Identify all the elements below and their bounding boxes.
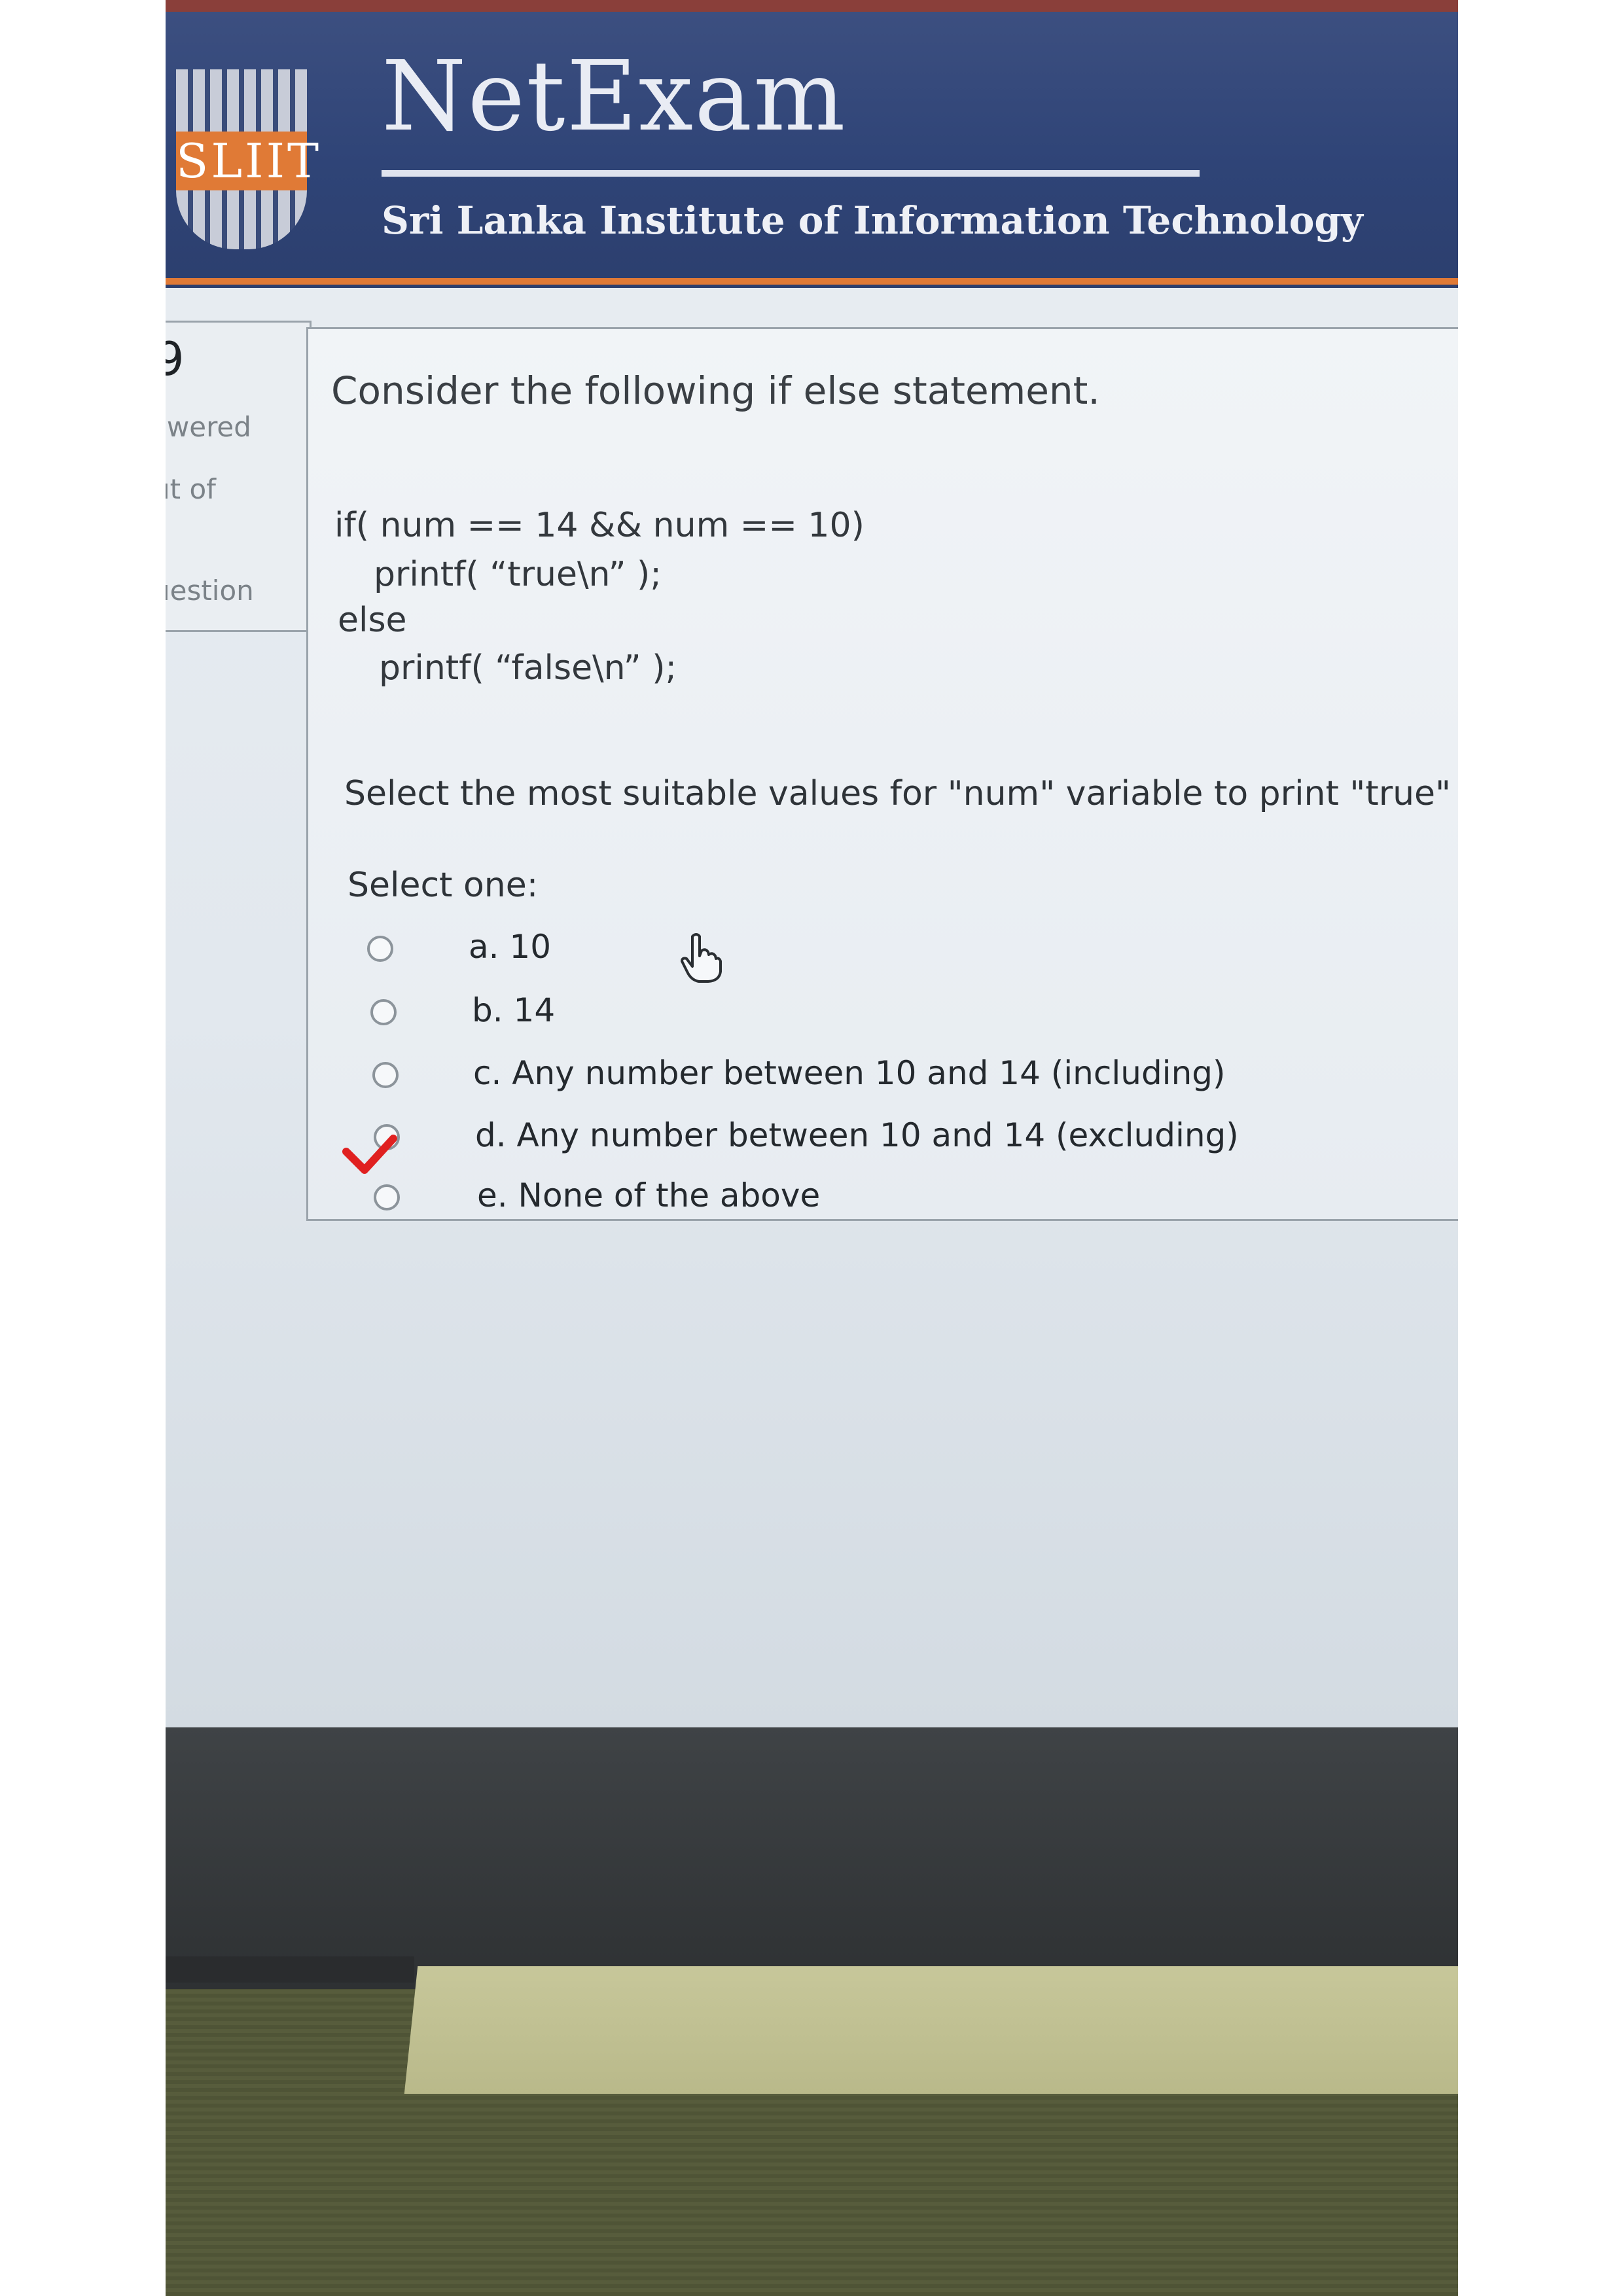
laptop-bezel bbox=[166, 1727, 1458, 1989]
option-label: e. None of the above bbox=[477, 1176, 821, 1214]
logo-text: SLIIT bbox=[176, 132, 319, 190]
option-label: b. 14 bbox=[472, 991, 556, 1029]
option-label: d. Any number between 10 and 14 (excludi… bbox=[475, 1116, 1239, 1154]
header-accent-bar bbox=[166, 278, 1458, 285]
red-checkmark-icon bbox=[342, 1135, 397, 1174]
question-intro: Consider the following if else statement… bbox=[331, 368, 1100, 413]
code-line: printf( “true\n” ); bbox=[374, 555, 662, 594]
marks-info: ut of bbox=[166, 473, 216, 505]
radio-button[interactable] bbox=[372, 1062, 399, 1088]
hand-cursor-icon bbox=[681, 933, 722, 983]
option-label: a. 10 bbox=[469, 928, 552, 966]
code-line: else bbox=[338, 601, 407, 640]
answer-status: swered bbox=[166, 411, 251, 443]
question-card: Consider the following if else statement… bbox=[306, 327, 1458, 1221]
answer-option-c[interactable]: c. Any number between 10 and 14 (includi… bbox=[308, 1048, 1421, 1106]
code-line: printf( “false\n” ); bbox=[379, 648, 677, 688]
sliit-logo: SLIIT bbox=[176, 69, 319, 249]
quiz-content: 9 swered ut of uestion Consider the foll… bbox=[166, 288, 1458, 1727]
answer-option-b[interactable]: b. 14 bbox=[308, 985, 1421, 1044]
select-one-label: Select one: bbox=[348, 866, 539, 905]
answer-option-d[interactable]: d. Any number between 10 and 14 (excludi… bbox=[308, 1110, 1421, 1169]
site-header: SLIIT NetExam Sri Lanka Institute of Inf… bbox=[166, 0, 1458, 288]
photo-frame: SLIIT NetExam Sri Lanka Institute of Inf… bbox=[166, 0, 1458, 2296]
institute-name: Sri Lanka Institute of Information Techn… bbox=[382, 198, 1363, 243]
radio-button[interactable] bbox=[374, 1184, 400, 1210]
option-label: c. Any number between 10 and 14 (includi… bbox=[473, 1054, 1226, 1092]
answer-option-e[interactable]: e. None of the above bbox=[308, 1170, 1421, 1229]
radio-button[interactable] bbox=[370, 999, 397, 1025]
radio-button[interactable] bbox=[367, 936, 393, 962]
code-line: if( num == 14 && num == 10) bbox=[334, 506, 865, 545]
laptop-hinge bbox=[404, 1966, 1458, 2094]
question-number: 9 bbox=[166, 332, 185, 386]
app-title: NetExam bbox=[382, 40, 847, 152]
flag-question-link[interactable]: uestion bbox=[166, 574, 254, 607]
answer-option-a[interactable]: a. 10 bbox=[308, 921, 1421, 980]
question-prompt: Select the most suitable values for "num… bbox=[344, 774, 1451, 813]
title-divider bbox=[382, 170, 1200, 177]
question-info-panel: 9 swered ut of uestion bbox=[166, 321, 312, 632]
laptop-hinge-shadow bbox=[166, 1956, 414, 1983]
